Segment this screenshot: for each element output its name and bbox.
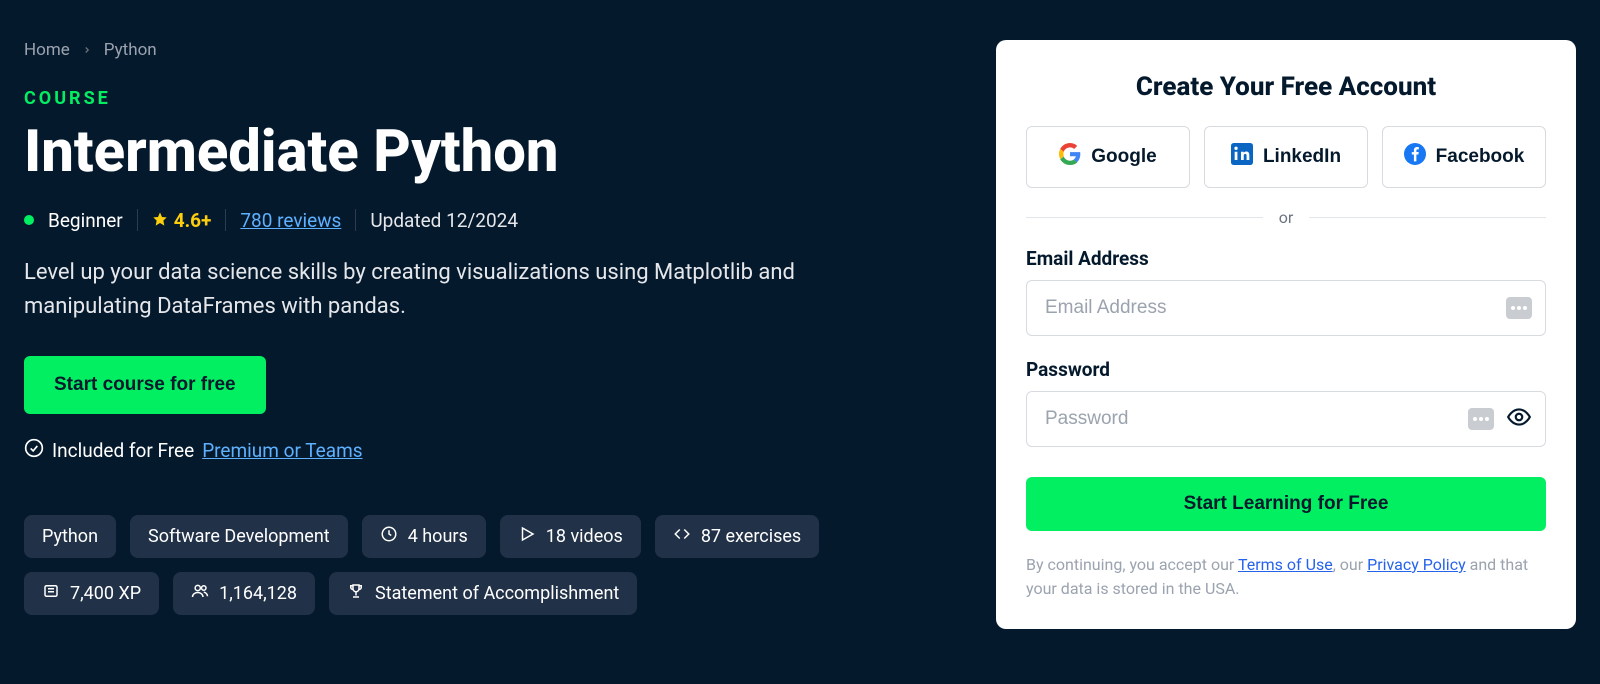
or-text: or [1279,208,1294,227]
rating-value: 4.6+ [174,209,212,232]
terms-prefix: By continuing, you accept our [1026,555,1238,574]
premium-teams-link[interactable]: Premium or Teams [202,439,362,462]
start-course-button[interactable]: Start course for free [24,356,266,414]
chips-row: Python Software Development 4 hours 18 v… [24,515,956,615]
or-divider: or [1026,208,1546,227]
course-level: Beginner [48,209,123,232]
users-icon [191,582,209,605]
signup-title: Create Your Free Account [1026,72,1546,102]
start-learning-button[interactable]: Start Learning for Free [1026,477,1546,531]
chip-hours: 4 hours [362,515,486,558]
chip-videos: 18 videos [500,515,641,558]
password-label: Password [1026,358,1546,381]
terms-of-use-link[interactable]: Terms of Use [1238,555,1333,574]
facebook-icon [1404,143,1426,171]
chip-label: Software Development [148,526,330,547]
divider [137,209,138,231]
social-login-row: Google LinkedIn Facebook [1026,126,1546,188]
linkedin-icon [1231,143,1253,171]
button-label: Google [1091,146,1156,168]
chip-label: 7,400 XP [70,583,141,604]
button-label: Facebook [1436,146,1525,168]
password-manager-icon[interactable] [1468,408,1494,430]
breadcrumb: Home Python [24,40,956,60]
included-line: Included for Free Premium or Teams [24,438,956,463]
terms-text: By continuing, you accept our Terms of U… [1026,553,1546,601]
course-description: Level up your data science skills by cre… [24,256,804,324]
level-dot-icon [24,215,34,225]
breadcrumb-home[interactable]: Home [24,40,70,60]
google-icon [1059,143,1081,171]
play-icon [518,525,536,548]
code-icon [673,525,691,548]
terms-mid: , our [1333,555,1367,574]
page-title: Intermediate Python [24,121,956,185]
course-label: COURSE [24,88,956,109]
linkedin-login-button[interactable]: LinkedIn [1204,126,1368,188]
trophy-icon [347,582,365,605]
course-meta: Beginner 4.6+ 780 reviews Updated 12/202… [24,209,956,232]
chip-label: 1,164,128 [219,583,297,604]
chip-learners: 1,164,128 [173,572,315,615]
email-label: Email Address [1026,247,1546,270]
chip-exercises: 87 exercises [655,515,819,558]
chip-label: 4 hours [408,526,468,547]
signup-card: Create Your Free Account Google LinkedIn [996,40,1576,629]
course-rating: 4.6+ [152,209,212,232]
chip-software-dev[interactable]: Software Development [130,515,348,558]
chip-xp: 7,400 XP [24,572,159,615]
email-field[interactable] [1026,280,1546,336]
privacy-policy-link[interactable]: Privacy Policy [1367,555,1466,574]
xp-icon [42,582,60,605]
divider [355,209,356,231]
google-login-button[interactable]: Google [1026,126,1190,188]
chip-label: 18 videos [546,526,623,547]
chip-python[interactable]: Python [24,515,116,558]
clock-icon [380,525,398,548]
chip-label: Python [42,526,98,547]
chip-label: Statement of Accomplishment [375,583,619,604]
breadcrumb-current: Python [104,40,157,60]
chevron-right-icon [82,40,92,60]
included-text: Included for Free [52,439,194,462]
password-manager-icon[interactable] [1506,297,1532,319]
toggle-password-visibility-icon[interactable] [1506,404,1532,434]
button-label: LinkedIn [1263,146,1341,168]
star-icon [152,209,168,232]
divider [225,209,226,231]
chip-statement: Statement of Accomplishment [329,572,637,615]
check-circle-icon [24,438,44,463]
chip-label: 87 exercises [701,526,801,547]
facebook-login-button[interactable]: Facebook [1382,126,1546,188]
reviews-link[interactable]: 780 reviews [240,209,341,232]
course-updated: Updated 12/2024 [370,209,518,232]
